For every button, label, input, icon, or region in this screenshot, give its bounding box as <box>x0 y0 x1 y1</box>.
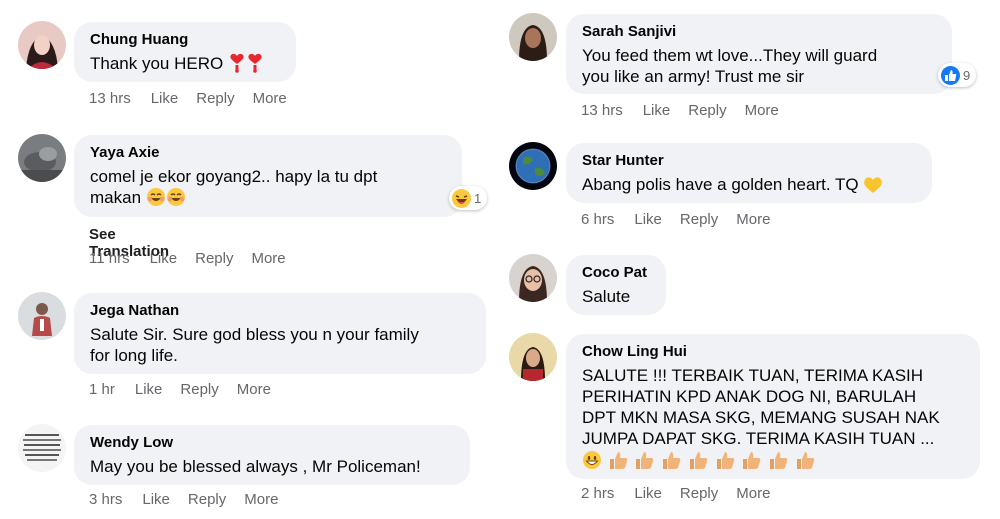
reply-link[interactable]: Reply <box>188 491 226 508</box>
reaction-count: 9 <box>963 67 971 83</box>
comment-text: Thank you HERO <box>90 53 282 74</box>
more-link[interactable]: More <box>736 211 770 228</box>
comment-bubble: Chow Ling Hui SALUTE !!! TERBAIK TUAN, T… <box>566 334 980 479</box>
comment-text: Salute <box>582 287 631 306</box>
thumbs-up-icon <box>941 65 960 85</box>
commenter-name[interactable]: Sarah Sanjivi <box>582 23 938 40</box>
more-link[interactable]: More <box>736 485 770 502</box>
commenter-name[interactable]: Coco Pat <box>582 264 652 281</box>
heart-exclamation-icon <box>248 53 262 73</box>
thumbs-up-emoji-icon <box>770 452 788 469</box>
comment-bubble: Star Hunter Abang polis have a golden he… <box>566 143 932 203</box>
commenter-name[interactable]: Yaya Axie <box>90 144 448 161</box>
yellow-heart-icon <box>864 177 883 193</box>
commenter-name[interactable]: Wendy Low <box>90 434 456 451</box>
timestamp[interactable]: 6 hrs <box>581 211 614 228</box>
comment-text-line: You feed them wt love...They will guard <box>582 46 878 65</box>
commenter-name[interactable]: Chow Ling Hui <box>582 343 966 360</box>
reply-link[interactable]: Reply <box>680 211 718 228</box>
avatar[interactable] <box>509 142 557 190</box>
comment-actions: 6 hrs Like Reply More <box>581 211 788 228</box>
timestamp[interactable]: 11 hrs <box>89 250 130 267</box>
reply-link[interactable]: Reply <box>688 102 726 119</box>
comment-text-line: DPT MKN MASA SKG, MEMANG SUSAH NAK <box>582 408 940 427</box>
avatar[interactable] <box>18 292 66 340</box>
reaction-badge[interactable]: 9 <box>938 63 977 87</box>
commenter-name[interactable]: Jega Nathan <box>90 302 472 319</box>
more-link[interactable]: More <box>237 381 271 398</box>
timestamp[interactable]: 3 hrs <box>89 491 122 508</box>
like-link[interactable]: Like <box>634 211 662 228</box>
reply-link[interactable]: Reply <box>180 381 218 398</box>
reaction-count: 1 <box>474 190 482 206</box>
reply-link[interactable]: Reply <box>680 485 718 502</box>
timestamp[interactable]: 1 hr <box>89 381 115 398</box>
like-link[interactable]: Like <box>151 90 179 107</box>
grinning-emoji-icon <box>583 451 601 469</box>
comment-text-line: JUMPA DAPAT SKG. TERIMA KASIH TUAN ... <box>582 429 935 448</box>
avatar[interactable] <box>18 134 66 182</box>
comment-actions: 13 hrs Like Reply More <box>89 90 305 107</box>
comment-actions: 3 hrs Like Reply More <box>89 491 296 508</box>
comment-text-line: you like an army! Trust me sir <box>582 67 805 86</box>
like-link[interactable]: Like <box>643 102 671 119</box>
thumbs-up-emoji-icon <box>636 452 654 469</box>
timestamp[interactable]: 13 hrs <box>581 102 623 119</box>
comment-text: Abang polis have a golden heart. TQ <box>582 174 918 195</box>
comment-actions: 2 hrs Like Reply More <box>581 485 788 502</box>
comment-bubble: Yaya Axie comel je ekor goyang2.. hapy l… <box>74 135 462 217</box>
comment-bubble: Sarah Sanjivi You feed them wt love...Th… <box>566 14 952 94</box>
reply-link[interactable]: Reply <box>196 90 234 107</box>
commenter-name[interactable]: Chung Huang <box>90 31 282 48</box>
avatar[interactable] <box>18 424 66 472</box>
commenter-name[interactable]: Star Hunter <box>582 152 918 169</box>
avatar[interactable] <box>509 13 557 61</box>
like-link[interactable]: Like <box>150 250 178 267</box>
thumbs-up-emoji-icon <box>716 452 735 469</box>
like-link[interactable]: Like <box>142 491 170 508</box>
smiling-sweat-emoji-icon <box>166 188 185 206</box>
avatar[interactable] <box>509 254 557 302</box>
thumbs-up-emoji-icon <box>689 452 708 469</box>
emoji-line <box>582 450 966 471</box>
comment-text-line: SALUTE !!! TERBAIK TUAN, TERIMA KASIH <box>582 366 924 385</box>
comment-text: May you be blessed always , Mr Policeman… <box>90 457 421 476</box>
timestamp[interactable]: 13 hrs <box>89 90 131 107</box>
avatar[interactable] <box>509 333 557 381</box>
timestamp[interactable]: 2 hrs <box>581 485 614 502</box>
thumbs-up-emoji-icon <box>796 452 815 469</box>
comment-actions: 1 hr Like Reply More <box>89 381 289 398</box>
comment-bubble: Jega Nathan Salute Sir. Sure god bless y… <box>74 293 486 374</box>
smiling-sweat-emoji-icon <box>146 188 165 206</box>
comment-bubble: Wendy Low May you be blessed always , Mr… <box>74 425 470 485</box>
comment-text-line: PERIHATIN KPD ANAK DOG NI, BARULAH <box>582 387 917 406</box>
more-link[interactable]: More <box>745 102 779 119</box>
comment-text-line: comel je ekor goyang2.. hapy la tu dpt <box>90 167 378 186</box>
reaction-badge[interactable]: 1 <box>449 186 488 210</box>
comment-bubble: Coco Pat Salute <box>566 255 666 315</box>
more-link[interactable]: More <box>251 250 285 267</box>
comment-actions: 13 hrs Like Reply More <box>581 102 797 119</box>
more-link[interactable]: More <box>244 491 278 508</box>
thumbs-up-emoji-icon <box>609 452 628 469</box>
more-link[interactable]: More <box>253 90 287 107</box>
comment-text-line: Salute Sir. Sure god bless you n your fa… <box>90 325 419 344</box>
reply-link[interactable]: Reply <box>195 250 233 267</box>
laughing-emoji-icon <box>452 188 471 208</box>
thumbs-up-emoji-icon <box>743 452 761 469</box>
thumbs-up-emoji-icon <box>663 452 681 469</box>
comment-text-line: makan <box>90 187 448 208</box>
like-link[interactable]: Like <box>135 381 163 398</box>
comment-text-line: for long life. <box>90 346 178 365</box>
avatar[interactable] <box>18 21 66 69</box>
heart-exclamation-icon <box>230 53 244 73</box>
comment-bubble: Chung Huang Thank you HERO <box>74 22 296 82</box>
comment-actions: 11 hrs Like Reply More <box>89 250 304 267</box>
like-link[interactable]: Like <box>634 485 662 502</box>
